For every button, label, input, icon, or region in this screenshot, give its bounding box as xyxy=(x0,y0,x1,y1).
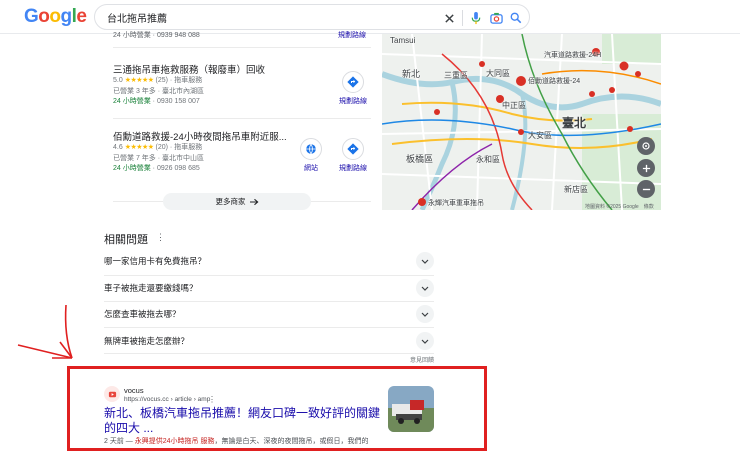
star-rating-icon: ★★★★★ xyxy=(124,144,154,151)
map-canvas[interactable] xyxy=(382,34,661,210)
star-rating-icon: ★★★★★ xyxy=(124,77,154,84)
map-label: 汽車道路救援-24H xyxy=(544,52,602,59)
related-question[interactable]: 哪一家信用卡有免費拖吊？ xyxy=(104,249,434,273)
chevron-down-icon[interactable] xyxy=(416,332,434,350)
business-details: 已營業 7 年多 · 臺北市中山區 xyxy=(113,154,205,162)
divider xyxy=(104,353,434,354)
related-question[interactable]: 怎麼查車被拖去哪？ xyxy=(104,302,434,326)
phone-text: 0939 948 088 xyxy=(156,32,200,39)
map-label: 佰勳道路救援-24 xyxy=(528,78,581,85)
search-divider xyxy=(462,10,463,26)
map-label: 中正區 xyxy=(502,101,526,110)
camera-lens-icon[interactable] xyxy=(488,10,504,26)
hours-text: 24 小時營業 xyxy=(113,32,151,39)
map-label: 永和區 xyxy=(476,155,500,164)
chevron-down-icon[interactable] xyxy=(416,252,434,270)
directions-label[interactable]: 規劃路線 xyxy=(339,98,367,105)
search-box[interactable] xyxy=(94,4,530,30)
chevron-down-icon[interactable] xyxy=(416,305,434,323)
more-places-button[interactable]: 更多商家 xyxy=(163,193,311,210)
map-label: 大同區 xyxy=(486,69,510,78)
question-text[interactable]: 車子被拖走還要繳錢嗎？ xyxy=(104,282,198,294)
clear-icon[interactable] xyxy=(441,10,457,26)
map-label: 大安區 xyxy=(528,131,552,140)
map-attribution[interactable]: 地圖資料 ©2025 Google 條款 xyxy=(585,203,654,210)
business-listing[interactable]: 佰勳道路救援-24小時夜間拖吊車附近服... 4.6 ★★★★★ (20) · … xyxy=(113,129,313,175)
google-logo[interactable]: Google xyxy=(24,6,87,28)
business-hours: 24 小時營業 · 0930 158 007 xyxy=(113,98,200,105)
arrow-right-icon xyxy=(249,198,258,205)
zoom-in-icon[interactable] xyxy=(637,159,655,177)
business-row-partial: 24 小時營業 · 0939 948 088 xyxy=(113,32,200,39)
chevron-down-icon[interactable] xyxy=(416,279,434,297)
map-panel[interactable]: Tamsui 新北 三重區 大同區 汽車道路救援-24H 佰勳道路救援-24 中… xyxy=(382,34,661,210)
business-name[interactable]: 佰勳道路救援-24小時夜間拖吊車附近服... xyxy=(113,129,313,143)
directions-icon[interactable] xyxy=(342,138,364,160)
microphone-icon[interactable] xyxy=(468,10,484,26)
business-rating: 4.6 ★★★★★ (20) · 拖車服務 xyxy=(113,144,203,151)
directions-button[interactable]: 規劃路線 xyxy=(333,71,373,106)
divider xyxy=(104,327,434,328)
business-rating: 5.0 ★★★★★ (25) · 拖車服務 xyxy=(113,77,203,84)
zoom-out-icon[interactable] xyxy=(637,180,655,198)
recenter-icon[interactable] xyxy=(637,137,655,155)
search-header: Google xyxy=(0,0,740,34)
divider xyxy=(113,118,371,119)
red-arrow-annotation xyxy=(17,304,73,359)
business-details: 已營業 3 年多 · 臺北市內湖區 xyxy=(113,87,205,95)
more-options-icon[interactable]: ⋮ xyxy=(156,232,165,243)
related-questions-title: 相關問題 xyxy=(104,234,148,246)
map-label: 新店區 xyxy=(564,185,588,194)
map-label: 板橋區 xyxy=(406,154,434,164)
question-text[interactable]: 無牌車被拖走怎麼辦？ xyxy=(104,335,189,347)
map-label: 臺北 xyxy=(562,116,587,130)
business-listing[interactable]: 三通拖吊車拖救服務（報廢車）回收 5.0 ★★★★★ (25) · 拖車服務 已… xyxy=(113,62,313,108)
website-button[interactable]: 網站 xyxy=(291,138,331,173)
question-text[interactable]: 怎麼查車被拖去哪？ xyxy=(104,308,181,320)
directions-icon[interactable] xyxy=(342,71,364,93)
map-label: 永輝汽車重車拖吊 xyxy=(428,200,484,207)
search-input[interactable] xyxy=(107,9,437,26)
map-label: 新北 xyxy=(402,69,421,79)
related-question[interactable]: 無牌車被拖走怎麼辦？ xyxy=(104,329,434,353)
question-text[interactable]: 哪一家信用卡有免費拖吊？ xyxy=(104,255,206,267)
business-hours: 24 小時營業 · 0926 098 685 xyxy=(113,165,200,172)
feedback-link[interactable]: 意見回饋 xyxy=(410,355,434,364)
directions-label-partial[interactable]: 規劃路線 xyxy=(338,30,366,40)
business-name[interactable]: 三通拖吊車拖救服務（報廢車）回收 xyxy=(113,62,313,76)
map-label: 三重區 xyxy=(444,71,468,80)
related-question[interactable]: 車子被拖走還要繳錢嗎？ xyxy=(104,276,434,300)
website-label[interactable]: 網站 xyxy=(304,165,318,172)
map-label: Tamsui xyxy=(390,36,416,45)
directions-label[interactable]: 規劃路線 xyxy=(339,165,367,172)
highlight-box xyxy=(67,366,487,451)
directions-button[interactable]: 規劃路線 xyxy=(333,138,373,173)
more-places-label[interactable]: 更多商家 xyxy=(216,196,246,207)
search-icon[interactable] xyxy=(508,10,524,26)
divider xyxy=(113,47,371,48)
globe-icon[interactable] xyxy=(300,138,322,160)
